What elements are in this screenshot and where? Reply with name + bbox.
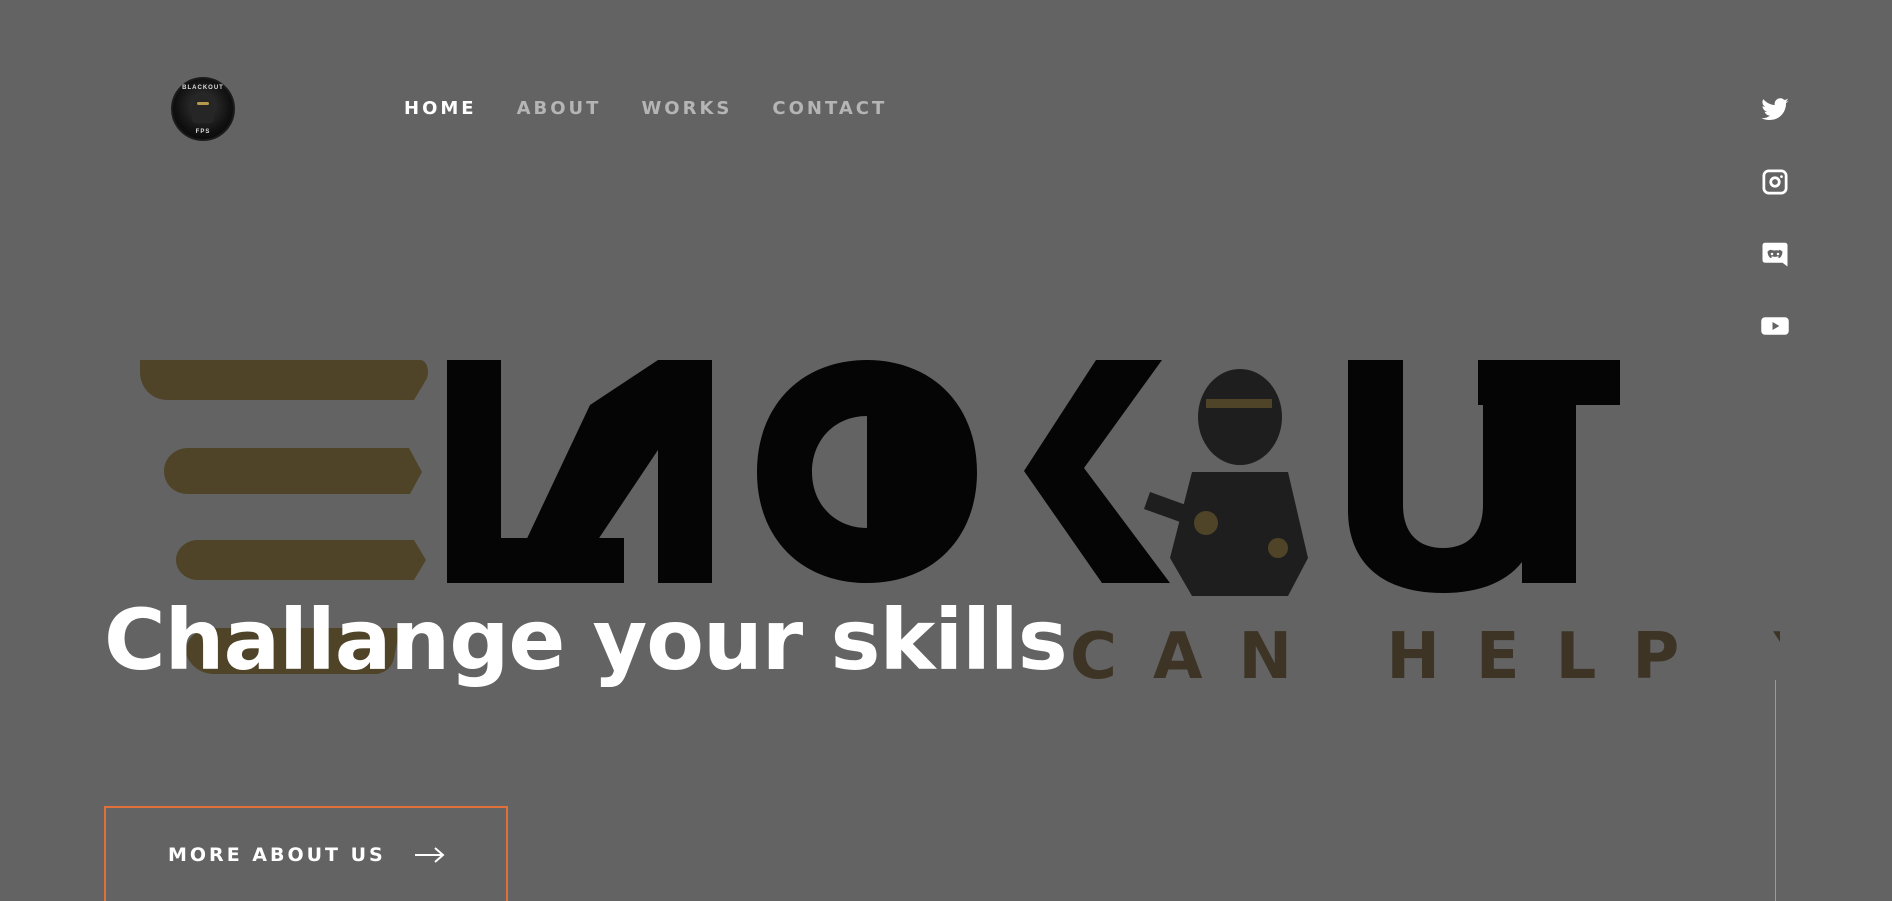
arrow-right-icon: [414, 846, 446, 864]
logo-text-top: BLACKOUT: [182, 85, 224, 91]
youtube-link[interactable]: [1759, 310, 1791, 342]
tagline-text: CAN HELP YOU: [1070, 620, 1780, 690]
twitter-icon: [1761, 98, 1789, 121]
soldier-figure: [1144, 369, 1308, 596]
black-wordmark: [447, 360, 1620, 593]
hero-title: Challange your skills: [104, 591, 1068, 689]
nav-works[interactable]: WORKS: [641, 98, 732, 119]
nav-home[interactable]: HOME: [404, 98, 477, 119]
twitter-link[interactable]: [1759, 94, 1791, 126]
nav-about[interactable]: ABOUT: [517, 98, 602, 119]
main-nav: HOME ABOUT WORKS CONTACT: [404, 98, 887, 119]
discord-link[interactable]: [1759, 238, 1791, 270]
corner-stripe: [0, 0, 55, 30]
more-about-us-label: MORE ABOUT US: [168, 843, 386, 866]
instagram-icon: [1762, 169, 1788, 195]
logo-figure-icon: [192, 95, 214, 123]
site-logo[interactable]: BLACKOUT FPS: [171, 77, 235, 141]
youtube-icon: [1761, 317, 1789, 335]
more-about-us-button[interactable]: MORE ABOUT US: [104, 806, 508, 901]
logo-text-bottom: FPS: [195, 129, 211, 135]
vertical-divider: [1775, 680, 1776, 901]
nav-contact[interactable]: CONTACT: [772, 98, 887, 119]
instagram-link[interactable]: [1759, 166, 1791, 198]
discord-icon: [1762, 242, 1788, 267]
page: BLACKOUT FPS HOME ABOUT WORKS CONTACT CA…: [0, 0, 1892, 901]
social-links: [1758, 94, 1792, 342]
